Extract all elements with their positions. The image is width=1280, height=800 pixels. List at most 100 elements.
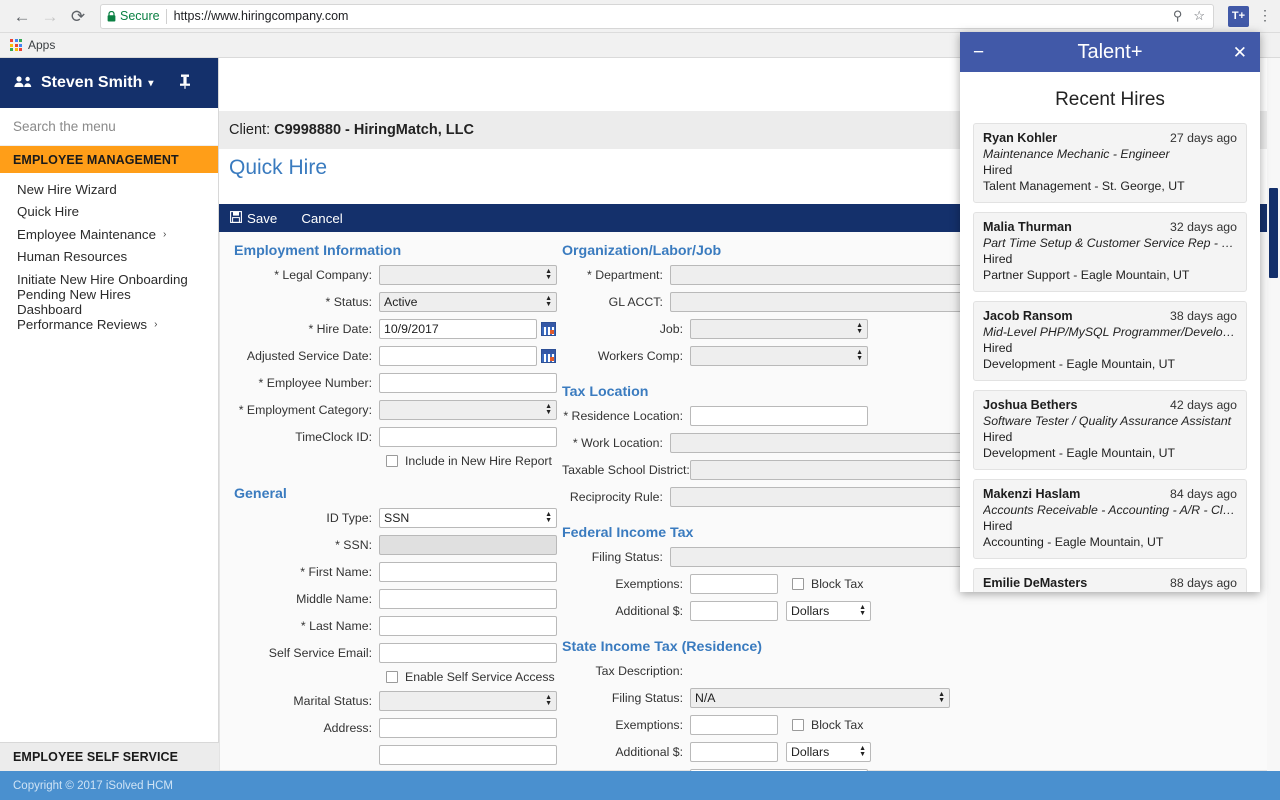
sidebar-section-employee-self-service[interactable]: EMPLOYEE SELF SERVICE <box>0 742 219 771</box>
sidebar-section-employee-management[interactable]: EMPLOYEE MANAGEMENT <box>0 146 218 173</box>
enable-self-service-access-checkbox[interactable] <box>386 671 398 683</box>
checkbox-label: Block Tax <box>811 718 863 732</box>
close-icon[interactable]: ✕ <box>1233 44 1247 61</box>
id-type-select[interactable]: SSN ▲▼ <box>379 508 557 528</box>
last-name-input[interactable] <box>379 616 557 636</box>
state-additional-input[interactable] <box>690 742 778 762</box>
calendar-icon[interactable] <box>541 349 556 363</box>
status-select[interactable]: Active ▲▼ <box>379 292 557 312</box>
hire-name: Joshua Bethers <box>983 398 1077 412</box>
hire-name: Malia Thurman <box>983 220 1072 234</box>
secure-label: Secure <box>120 9 160 23</box>
hire-days-ago: 88 days ago <box>1170 576 1237 590</box>
legal-company-select[interactable]: ▲▼ <box>379 265 557 285</box>
hire-location: Talent Management - St. George, UT <box>983 179 1237 193</box>
talent-panel-body[interactable]: Recent Hires Ryan Kohler 27 days ago Mai… <box>960 72 1260 592</box>
address-line1-input[interactable] <box>379 718 557 738</box>
first-name-input[interactable] <box>379 562 557 582</box>
apps-grid-icon[interactable] <box>10 39 22 51</box>
field-row-adjusted-service-date: Adjusted Service Date: <box>234 346 564 366</box>
sidebar-item-label: Performance Reviews <box>17 317 147 332</box>
hire-days-ago: 84 days ago <box>1170 487 1237 501</box>
list-item[interactable]: Jacob Ransom 38 days ago Mid-Level PHP/M… <box>973 301 1247 381</box>
federal-additional-unit-select[interactable]: Dollars ▲▼ <box>786 601 871 621</box>
federal-exemptions-input[interactable] <box>690 574 778 594</box>
checkbox-label: Block Tax <box>811 577 863 591</box>
talent-plus-extension-icon[interactable]: T+ <box>1228 6 1249 27</box>
taxable-school-district-select[interactable]: ▲▼ <box>690 460 982 480</box>
hire-date-input[interactable]: 10/9/2017 <box>379 319 537 339</box>
reciprocity-rule-select[interactable]: ▲▼ <box>670 487 982 507</box>
sidebar-item-employee-maintenance[interactable]: Employee Maintenance › <box>0 223 218 246</box>
field-label: GL ACCT: <box>562 295 670 309</box>
list-item[interactable]: Makenzi Haslam 84 days ago Accounts Rece… <box>973 479 1247 559</box>
timeclock-id-input[interactable] <box>379 427 557 447</box>
address-line2-input[interactable] <box>379 745 557 765</box>
spinner-icon: ▲▼ <box>545 512 552 524</box>
hire-location: Development - Eagle Mountain, UT <box>983 446 1237 460</box>
field-label: * Residence Location: <box>562 409 690 423</box>
forward-icon[interactable]: → <box>36 2 64 30</box>
state-filing-status-select[interactable]: N/A ▲▼ <box>690 688 950 708</box>
reload-icon[interactable]: ⟳ <box>64 2 92 30</box>
hire-days-ago: 32 days ago <box>1170 220 1237 234</box>
federal-additional-input[interactable] <box>690 601 778 621</box>
self-service-email-input[interactable] <box>379 643 557 663</box>
list-item[interactable]: Ryan Kohler 27 days ago Maintenance Mech… <box>973 123 1247 203</box>
talent-panel-title: Talent+ <box>960 41 1260 64</box>
user-menu[interactable]: Steven Smith ▾ <box>0 58 218 108</box>
department-select[interactable]: ▲▼ <box>670 265 982 285</box>
workers-comp-select[interactable]: ▲▼ <box>690 346 868 366</box>
field-row-taxable-school-district: Taxable School District: ▲▼ <box>562 460 982 480</box>
gl-acct-select[interactable]: ▲▼ <box>670 292 982 312</box>
work-location-select[interactable]: ▲▼ <box>670 433 982 453</box>
sidebar-item-label: Human Resources <box>17 249 127 264</box>
federal-block-tax-checkbox[interactable] <box>792 578 804 590</box>
adjusted-service-date-input[interactable] <box>379 346 537 366</box>
save-button[interactable]: Save <box>230 211 277 226</box>
hire-name: Jacob Ransom <box>983 309 1073 323</box>
field-label: Exemptions: <box>562 577 690 591</box>
sidebar-item-label: Pending New Hires Dashboard <box>17 287 198 317</box>
field-row-federal-filing-status: Filing Status: ▲▼ <box>562 547 982 567</box>
profile-icon[interactable]: ⚲ <box>1173 8 1183 24</box>
middle-name-input[interactable] <box>379 589 557 609</box>
ssn-input[interactable] <box>379 535 557 555</box>
state-exemptions-input[interactable] <box>690 715 778 735</box>
residence-location-input[interactable] <box>690 406 868 426</box>
field-row-middle-name: Middle Name: <box>234 589 564 609</box>
page-scrollbar-thumb[interactable] <box>1269 188 1278 278</box>
sidebar-item-new-hire-wizard[interactable]: New Hire Wizard <box>0 178 218 201</box>
address-bar[interactable]: Secure https://www.hiringcompany.com ⚲ ☆ <box>100 4 1214 29</box>
bookmark-star-icon[interactable]: ☆ <box>1193 8 1205 24</box>
field-row-marital-status: Marital Status: ▲▼ <box>234 691 564 711</box>
include-in-new-hire-report-checkbox[interactable] <box>386 455 398 467</box>
state-additional-unit-select[interactable]: Dollars ▲▼ <box>786 742 871 762</box>
page-title: Quick Hire <box>229 156 327 180</box>
page-scrollbar[interactable] <box>1267 58 1280 771</box>
sidebar-item-pending-new-hires-dashboard[interactable]: Pending New Hires Dashboard <box>0 291 218 314</box>
field-row-address-line1: Address: <box>234 718 564 738</box>
hire-location: Partner Support - Eagle Mountain, UT <box>983 268 1237 282</box>
field-label: Marital Status: <box>234 694 379 708</box>
calendar-icon[interactable] <box>541 322 556 336</box>
federal-filing-status-select[interactable]: ▲▼ <box>670 547 982 567</box>
back-icon[interactable]: ← <box>8 2 36 30</box>
search-input[interactable]: Search the menu <box>0 108 218 146</box>
pin-icon[interactable] <box>179 74 191 92</box>
employee-number-input[interactable] <box>379 373 557 393</box>
marital-status-select[interactable]: ▲▼ <box>379 691 557 711</box>
cancel-button[interactable]: Cancel <box>301 211 342 226</box>
minimize-icon[interactable]: − <box>973 43 984 62</box>
employment-category-select[interactable]: ▲▼ <box>379 400 557 420</box>
sidebar-item-quick-hire[interactable]: Quick Hire <box>0 201 218 224</box>
sidebar-item-human-resources[interactable]: Human Resources <box>0 246 218 269</box>
job-select[interactable]: ▲▼ <box>690 319 868 339</box>
list-item[interactable]: Malia Thurman 32 days ago Part Time Setu… <box>973 212 1247 292</box>
list-item[interactable]: Emilie DeMasters 88 days ago <box>973 568 1247 592</box>
browser-menu-icon[interactable]: ⋮ <box>1258 10 1272 21</box>
list-item[interactable]: Joshua Bethers 42 days ago Software Test… <box>973 390 1247 470</box>
field-row-tax-description: Tax Description: <box>562 661 982 681</box>
apps-label[interactable]: Apps <box>28 38 55 52</box>
state-block-tax-checkbox[interactable] <box>792 719 804 731</box>
